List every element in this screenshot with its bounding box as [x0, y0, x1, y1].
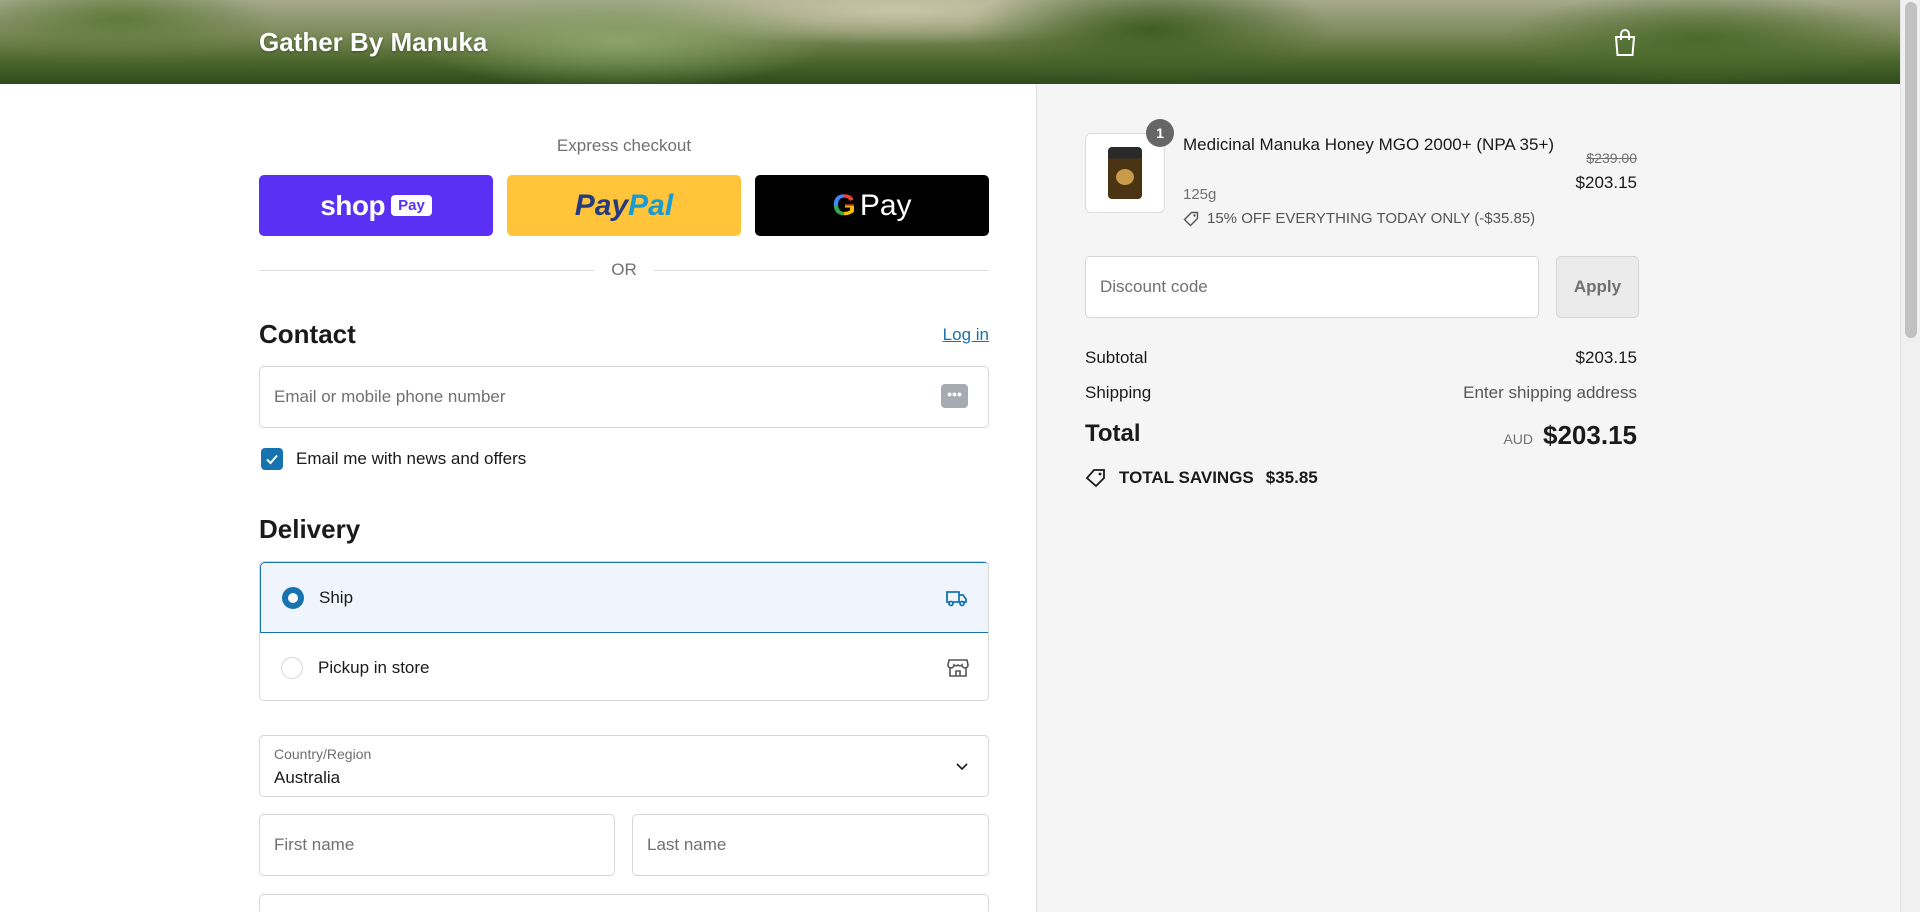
shop-pay-logo: shop — [320, 189, 386, 221]
currency-code: AUD — [1503, 431, 1533, 447]
google-pay-button[interactable]: G Pay — [755, 175, 989, 236]
brand-logo[interactable]: Gather By Manuka — [259, 27, 487, 58]
scrollbar-thumb[interactable] — [1905, 2, 1917, 338]
pickup-radio[interactable] — [281, 657, 303, 679]
savings-value: $35.85 — [1265, 468, 1318, 487]
country-value: Australia — [274, 768, 341, 787]
product-variant: 125g — [1183, 186, 1217, 203]
apply-discount-button[interactable]: Apply — [1556, 256, 1639, 318]
delivery-option-ship[interactable]: Ship — [260, 562, 988, 633]
address-input[interactable] — [259, 894, 989, 912]
first-name-input[interactable] — [259, 814, 615, 876]
google-pay-logo: G Pay — [832, 188, 912, 222]
login-link[interactable]: Log in — [943, 325, 989, 345]
paypal-logo: PayPal — [574, 188, 674, 222]
contact-title: Contact — [259, 319, 356, 349]
google-g-icon: G — [832, 188, 856, 222]
savings-label: TOTAL SAVINGS — [1119, 468, 1254, 487]
original-price: $239.00 — [1586, 150, 1637, 166]
or-text: OR — [594, 260, 654, 280]
shopping-bag-icon[interactable] — [1612, 28, 1638, 58]
store-icon — [947, 659, 969, 677]
ship-radio[interactable] — [282, 586, 304, 609]
delivery-options: Ship Pickup in store — [259, 561, 989, 701]
tag-icon — [1183, 211, 1199, 226]
country-select[interactable]: Country/Region Australia — [259, 735, 989, 797]
express-checkout-title: Express checkout — [556, 136, 692, 155]
delivery-title: Delivery — [259, 514, 361, 544]
truck-icon — [946, 590, 967, 606]
shop-pay-button[interactable]: shop Pay — [259, 175, 493, 236]
total-savings: TOTAL SAVINGS $35.85 — [1085, 468, 1318, 488]
total-label: Total — [1085, 420, 1141, 447]
email-input[interactable] — [259, 366, 989, 428]
pickup-label: Pickup in store — [318, 658, 430, 677]
chevron-down-icon — [956, 763, 968, 771]
shipping-label: Shipping — [1085, 383, 1152, 402]
discount-code-input[interactable] — [1085, 256, 1539, 318]
last-name-input[interactable] — [632, 814, 989, 876]
newsletter-checkbox[interactable] — [261, 448, 283, 470]
honey-jar-image — [1108, 147, 1142, 199]
ship-label: Ship — [319, 587, 354, 607]
page-scrollbar[interactable] — [1900, 0, 1920, 912]
header-banner: Gather By Manuka — [0, 0, 1900, 84]
country-label: Country/Region — [274, 746, 372, 762]
newsletter-label: Email me with news and offers — [296, 449, 527, 468]
product-name: Medicinal Manuka Honey MGO 2000+ (NPA 35… — [1183, 135, 1555, 154]
checkmark-icon — [266, 454, 278, 465]
total-value: $203.15 — [1543, 420, 1637, 450]
order-summary: 1 Medicinal Manuka Honey MGO 2000+ (NPA … — [1036, 84, 1900, 912]
product-price: $203.15 — [1575, 173, 1637, 192]
product-discount: 15% OFF EVERYTHING TODAY ONLY (-$35.85) — [1183, 210, 1535, 227]
paypal-button[interactable]: PayPal — [507, 175, 741, 236]
shop-pay-tag: Pay — [391, 195, 432, 216]
subtotal-value: $203.15 — [1575, 348, 1637, 367]
quantity-badge: 1 — [1146, 119, 1174, 147]
shipping-value: Enter shipping address — [1463, 383, 1637, 402]
subtotal-label: Subtotal — [1085, 348, 1148, 367]
savings-tag-icon — [1085, 469, 1105, 488]
delivery-option-pickup[interactable]: Pickup in store — [260, 633, 988, 700]
autofill-icon[interactable]: ••• — [941, 384, 968, 408]
